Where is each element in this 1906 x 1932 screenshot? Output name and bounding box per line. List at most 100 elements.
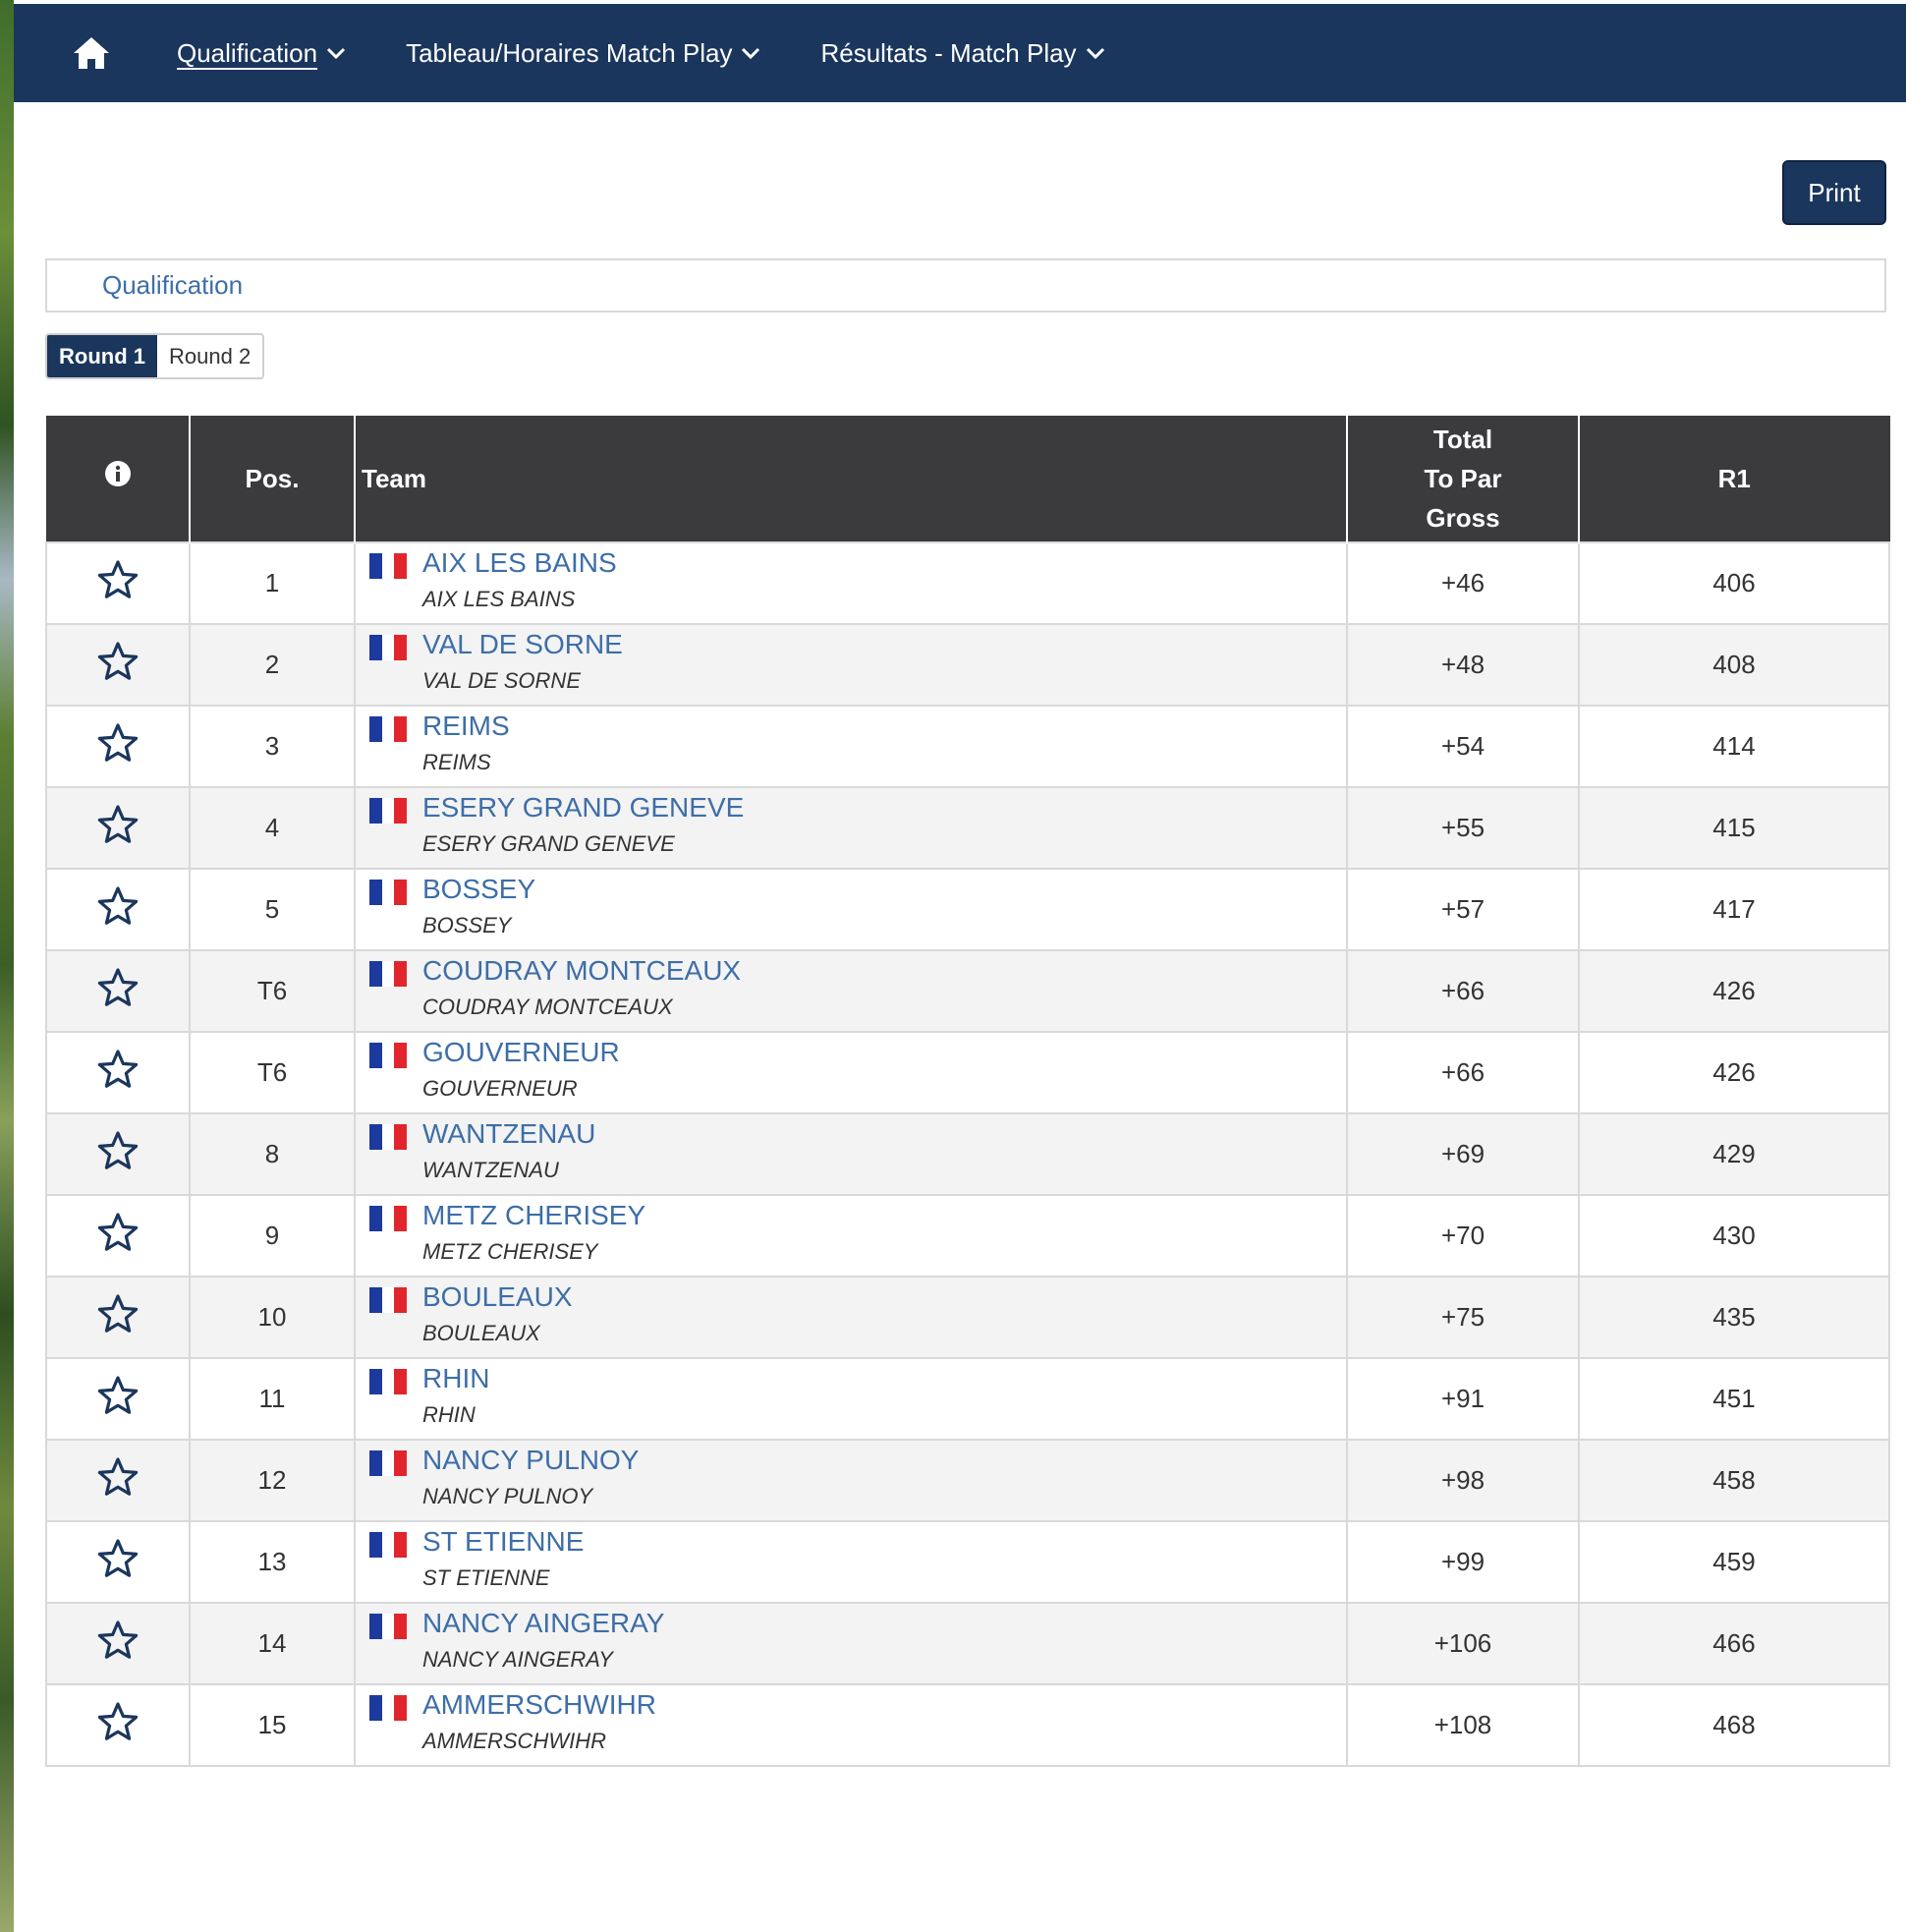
table-row[interactable]: 1 AIX LES BAINS AIX LES BAINS +46 406 xyxy=(45,541,1890,625)
team-name-link[interactable]: REIMS xyxy=(422,710,510,742)
star-outline-icon[interactable] xyxy=(96,1049,140,1090)
table-body: 1 AIX LES BAINS AIX LES BAINS +46 406 2 … xyxy=(45,541,1890,1767)
star-outline-icon[interactable] xyxy=(96,1456,140,1498)
pos-cell: 2 xyxy=(189,623,356,707)
table-row[interactable]: 14 NANCY AINGERAY NANCY AINGERAY +106 46… xyxy=(45,1602,1890,1685)
team-name-link[interactable]: METZ CHERISEY xyxy=(422,1200,645,1231)
total-to-par-header[interactable]: Total To Par Gross xyxy=(1347,416,1580,542)
r1-cell: 468 xyxy=(1578,1683,1890,1767)
to-par-cell: +98 xyxy=(1346,1439,1580,1522)
pos-cell: 10 xyxy=(189,1276,356,1359)
team-cell: NANCY PULNOY NANCY PULNOY xyxy=(354,1439,1348,1522)
star-outline-icon[interactable] xyxy=(96,1293,140,1335)
pos-header[interactable]: Pos. xyxy=(190,416,356,542)
team-name-link[interactable]: AIX LES BAINS xyxy=(422,547,617,579)
pos-cell: 15 xyxy=(189,1683,356,1767)
table-row[interactable]: T6 COUDRAY MONTCEAUX COUDRAY MONTCEAUX +… xyxy=(45,949,1890,1033)
team-club-name: AMMERSCHWIHR xyxy=(422,1729,606,1753)
france-flag-icon xyxy=(369,1695,408,1721)
team-name-link[interactable]: WANTZENAU xyxy=(422,1118,595,1150)
team-name-link[interactable]: RHIN xyxy=(422,1363,489,1394)
star-outline-icon[interactable] xyxy=(96,1212,140,1253)
favorite-cell xyxy=(45,1439,191,1522)
favorite-cell xyxy=(45,1602,191,1685)
table-row[interactable]: 10 BOULEAUX BOULEAUX +75 435 xyxy=(45,1276,1890,1359)
table-row[interactable]: T6 GOUVERNEUR GOUVERNEUR +66 426 xyxy=(45,1031,1890,1114)
round-tabs: Round 1 Round 2 xyxy=(45,333,265,379)
table-row[interactable]: 11 RHIN RHIN +91 451 xyxy=(45,1357,1890,1441)
star-outline-icon[interactable] xyxy=(96,641,140,682)
france-flag-icon xyxy=(369,880,408,905)
team-club-name: VAL DE SORNE xyxy=(422,668,581,693)
team-cell: REIMS REIMS xyxy=(354,705,1348,788)
print-button[interactable]: Print xyxy=(1782,160,1886,225)
table-row[interactable]: 12 NANCY PULNOY NANCY PULNOY +98 458 xyxy=(45,1439,1890,1522)
team-club-name: RHIN xyxy=(422,1402,476,1427)
r1-cell: 417 xyxy=(1578,868,1890,951)
team-header[interactable]: Team xyxy=(355,416,1348,542)
team-name-link[interactable]: VAL DE SORNE xyxy=(422,629,623,660)
to-par-cell: +46 xyxy=(1346,541,1580,625)
team-club-name: NANCY PULNOY xyxy=(422,1484,593,1508)
favorite-cell xyxy=(45,623,191,707)
table-row[interactable]: 13 ST ETIENNE ST ETIENNE +99 459 xyxy=(45,1520,1890,1604)
france-flag-icon xyxy=(369,1450,408,1476)
star-outline-icon[interactable] xyxy=(96,1619,140,1661)
team-cell: GOUVERNEUR GOUVERNEUR xyxy=(354,1031,1348,1114)
favorite-cell xyxy=(45,705,191,788)
table-row[interactable]: 3 REIMS REIMS +54 414 xyxy=(45,705,1890,788)
pos-cell: 12 xyxy=(189,1439,356,1522)
team-name-link[interactable]: BOSSEY xyxy=(422,874,535,905)
to-par-cell: +75 xyxy=(1346,1276,1580,1359)
to-par-cell: +69 xyxy=(1346,1112,1580,1196)
star-outline-icon[interactable] xyxy=(96,1538,140,1579)
team-name-link[interactable]: NANCY PULNOY xyxy=(422,1445,639,1476)
star-outline-icon[interactable] xyxy=(96,1130,140,1171)
team-name-link[interactable]: ESERY GRAND GENEVE xyxy=(422,792,744,824)
team-name-link[interactable]: NANCY AINGERAY xyxy=(422,1608,664,1639)
star-outline-icon[interactable] xyxy=(96,885,140,927)
table-row[interactable]: 4 ESERY GRAND GENEVE ESERY GRAND GENEVE … xyxy=(45,786,1890,870)
favorite-cell xyxy=(45,786,191,870)
tab-round-2[interactable]: Round 2 xyxy=(157,335,263,377)
chevron-down-icon xyxy=(1086,47,1104,60)
nav-tableau-horaires[interactable]: Tableau/Horaires Match Play xyxy=(406,38,761,69)
star-outline-icon[interactable] xyxy=(96,722,140,764)
team-cell: ST ETIENNE ST ETIENNE xyxy=(354,1520,1348,1604)
team-club-name: METZ CHERISEY xyxy=(422,1239,598,1264)
france-flag-icon xyxy=(369,716,408,742)
team-name-link[interactable]: GOUVERNEUR xyxy=(422,1037,620,1068)
star-outline-icon[interactable] xyxy=(96,1701,140,1742)
team-name-link[interactable]: ST ETIENNE xyxy=(422,1526,584,1558)
tab-round-1[interactable]: Round 1 xyxy=(47,335,157,377)
team-name-link[interactable]: BOULEAUX xyxy=(422,1281,573,1313)
team-club-name: GOUVERNEUR xyxy=(422,1076,578,1101)
table-row[interactable]: 9 METZ CHERISEY METZ CHERISEY +70 430 xyxy=(45,1194,1890,1278)
france-flag-icon xyxy=(369,635,408,660)
favorite-cell xyxy=(45,541,191,625)
r1-header[interactable]: R1 xyxy=(1579,416,1890,542)
favorite-cell xyxy=(45,1112,191,1196)
table-row[interactable]: 2 VAL DE SORNE VAL DE SORNE +48 408 xyxy=(45,623,1890,707)
team-name-link[interactable]: AMMERSCHWIHR xyxy=(422,1689,656,1721)
star-outline-icon[interactable] xyxy=(96,804,140,845)
table-row[interactable]: 15 AMMERSCHWIHR AMMERSCHWIHR +108 468 xyxy=(45,1683,1890,1767)
qualification-link[interactable]: Qualification xyxy=(102,270,243,301)
table-row[interactable]: 5 BOSSEY BOSSEY +57 417 xyxy=(45,868,1890,951)
pos-cell: 5 xyxy=(189,868,356,951)
team-name-link[interactable]: COUDRAY MONTCEAUX xyxy=(422,955,741,987)
table-row[interactable]: 8 WANTZENAU WANTZENAU +69 429 xyxy=(45,1112,1890,1196)
table-header-row: Pos. Team Total To Par Gross R1 xyxy=(46,416,1890,542)
info-icon[interactable] xyxy=(104,460,132,487)
team-club-name: BOSSEY xyxy=(422,913,512,938)
star-outline-icon[interactable] xyxy=(96,559,140,600)
nav-resultats[interactable]: Résultats - Match Play xyxy=(820,38,1105,69)
nav-qualification[interactable]: Qualification xyxy=(177,38,347,69)
star-outline-icon[interactable] xyxy=(96,967,140,1008)
pos-cell: T6 xyxy=(189,949,356,1033)
star-outline-icon[interactable] xyxy=(96,1375,140,1416)
france-flag-icon xyxy=(369,553,408,579)
team-cell: ESERY GRAND GENEVE ESERY GRAND GENEVE xyxy=(354,786,1348,870)
france-flag-icon xyxy=(369,1369,408,1394)
home-icon[interactable] xyxy=(69,30,114,76)
